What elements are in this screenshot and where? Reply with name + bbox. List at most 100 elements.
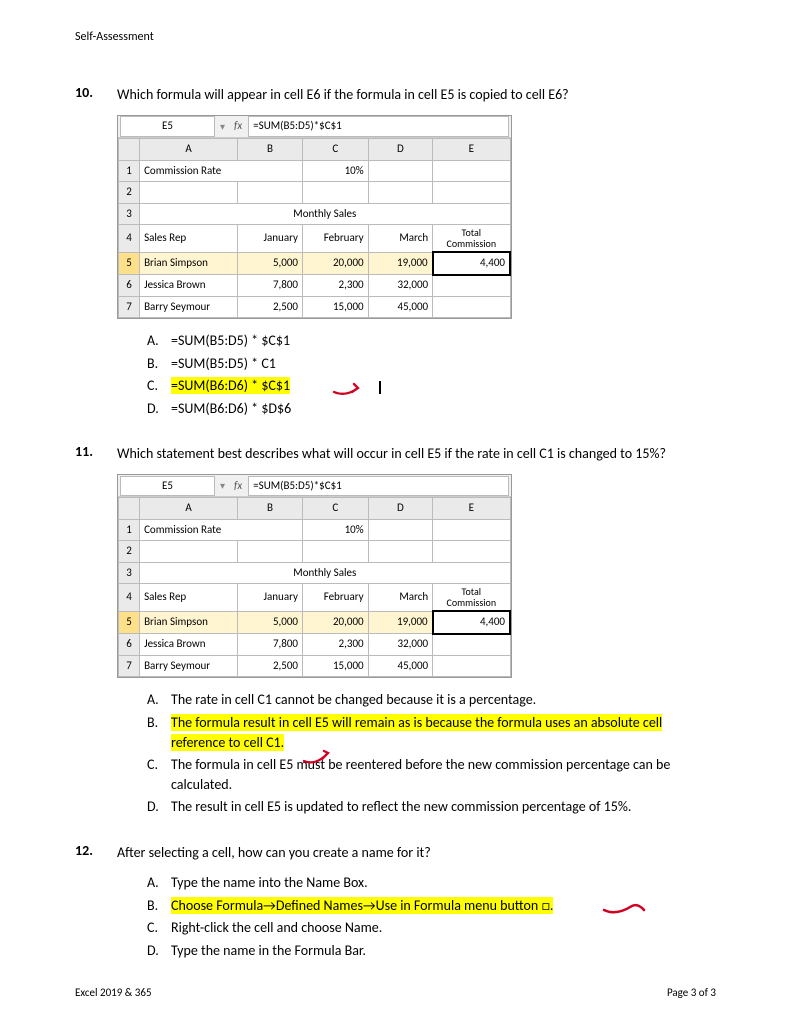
cell: 2,500 (238, 296, 303, 318)
cell: 10% (302, 160, 368, 182)
answer-letter: B. (147, 896, 171, 916)
cell: 2,300 (302, 275, 368, 297)
row-header: 2 (119, 182, 140, 204)
dropdown-arrow-icon: ▾ (217, 478, 228, 493)
row-header: 3 (119, 203, 140, 225)
merged-cell: Monthly Sales (140, 562, 510, 584)
answer-text: =SUM(B5:D5) * $C$1 (171, 331, 716, 351)
formula-input: =SUM(B5:D5)*$C$1 (248, 476, 509, 497)
answer-text: Type the name into the Name Box. (171, 873, 716, 893)
col-header: A (140, 139, 238, 161)
answer-letter: D. (147, 941, 171, 961)
cell: Commission Rate (140, 160, 303, 182)
answer-letter: D. (147, 399, 171, 419)
col-header: A (140, 498, 238, 520)
answer-list: A.=SUM(B5:D5) * $C$1 B.=SUM(B5:D5) * C1 … (147, 331, 716, 418)
cell: 10% (302, 519, 368, 541)
cell: 45,000 (368, 655, 433, 677)
question-text: Which statement best describes what will… (117, 443, 716, 464)
answer-list: A.Type the name into the Name Box. B. Ch… (147, 873, 716, 960)
row-header-selected: 5 (119, 252, 140, 275)
answer-text: The result in cell E5 is updated to refl… (171, 797, 716, 817)
selected-cell: 4,400 (433, 611, 510, 634)
row-header: 1 (119, 519, 140, 541)
row-header: 6 (119, 275, 140, 297)
page-header: Self-Assessment (75, 30, 716, 44)
spreadsheet-figure: E5 ▾ fx =SUM(B5:D5)*$C$1 A B C D E (117, 474, 512, 678)
cell: Jessica Brown (140, 634, 238, 656)
cell: TotalCommission (433, 225, 510, 253)
answer-letter: A. (147, 690, 171, 710)
cell: Barry Seymour (140, 296, 238, 318)
col-header: D (368, 139, 433, 161)
cell: 2,500 (238, 655, 303, 677)
cell: 19,000 (368, 611, 433, 634)
answer-letter: C. (147, 376, 171, 396)
cell: January (238, 584, 303, 612)
dropdown-arrow-icon: ▾ (217, 119, 228, 134)
cell: Commission Rate (140, 519, 303, 541)
col-header: B (238, 139, 303, 161)
cell: Barry Seymour (140, 655, 238, 677)
col-header: C (302, 498, 368, 520)
cell: March (368, 584, 433, 612)
col-header: B (238, 498, 303, 520)
cell: Brian Simpson (140, 252, 238, 275)
row-header: 7 (119, 655, 140, 677)
row-header: 1 (119, 160, 140, 182)
answer-letter: B. (147, 354, 171, 374)
col-header: D (368, 498, 433, 520)
row-header: 2 (119, 541, 140, 563)
arrow-icon: → (263, 897, 276, 914)
formula-bar: E5 ▾ fx =SUM(B5:D5)*$C$1 (118, 116, 511, 138)
question-12: 12. After selecting a cell, how can you … (75, 842, 716, 963)
question-number: 10. (75, 84, 117, 421)
fx-icon: fx (228, 478, 248, 495)
cell: 32,000 (368, 275, 433, 297)
formula-bar: E5 ▾ fx =SUM(B5:D5)*$C$1 (118, 475, 511, 497)
cell: 20,000 (302, 252, 368, 275)
answer-text: Type the name in the Formula Bar. (171, 941, 716, 961)
row-header: 4 (119, 584, 140, 612)
cell: 7,800 (238, 634, 303, 656)
question-number: 11. (75, 443, 117, 820)
merged-cell: Monthly Sales (140, 203, 510, 225)
row-header-selected: 5 (119, 611, 140, 634)
arrow-icon: → (363, 897, 376, 914)
cell: Jessica Brown (140, 275, 238, 297)
cell: February (302, 584, 368, 612)
answer-text: The formula in cell E5 must be reentered… (171, 755, 716, 794)
answer-text: The rate in cell C1 cannot be changed be… (171, 690, 716, 710)
row-header: 4 (119, 225, 140, 253)
cell: 5,000 (238, 252, 303, 275)
question-text: After selecting a cell, how can you crea… (117, 842, 716, 863)
cell: February (302, 225, 368, 253)
question-text: Which formula will appear in cell E6 if … (117, 84, 716, 105)
answer-text: =SUM(B5:D5) * C1 (171, 354, 716, 374)
footer-right: Page 3 of 3 (667, 986, 716, 999)
selected-cell: 4,400 (433, 252, 510, 275)
answer-text-highlighted: Choose Formula→Defined Names→Use in Form… (171, 896, 716, 916)
formula-input: =SUM(B5:D5)*$C$1 (248, 116, 509, 137)
answer-letter: A. (147, 331, 171, 351)
question-number: 12. (75, 842, 117, 963)
row-header: 7 (119, 296, 140, 318)
cell: March (368, 225, 433, 253)
footer-left: Excel 2019 & 365 (75, 986, 152, 999)
answer-letter: A. (147, 873, 171, 893)
fx-icon: fx (228, 118, 248, 135)
row-header: 3 (119, 562, 140, 584)
answer-list: A.The rate in cell C1 cannot be changed … (147, 690, 716, 817)
question-10: 10. Which formula will appear in cell E6… (75, 84, 716, 421)
menu-button-icon: □ (541, 897, 549, 914)
answer-letter: C. (147, 755, 171, 775)
cell: 5,000 (238, 611, 303, 634)
spreadsheet-grid: A B C D E 1 Commission Rate 10% 2 3 (118, 138, 511, 318)
answer-letter: D. (147, 797, 171, 817)
row-header: 6 (119, 634, 140, 656)
question-11: 11. Which statement best describes what … (75, 443, 716, 820)
cell: 20,000 (302, 611, 368, 634)
answer-text: =SUM(B6:D6) * $D$6 (171, 399, 716, 419)
col-header-selected: E (433, 498, 510, 520)
col-header: C (302, 139, 368, 161)
